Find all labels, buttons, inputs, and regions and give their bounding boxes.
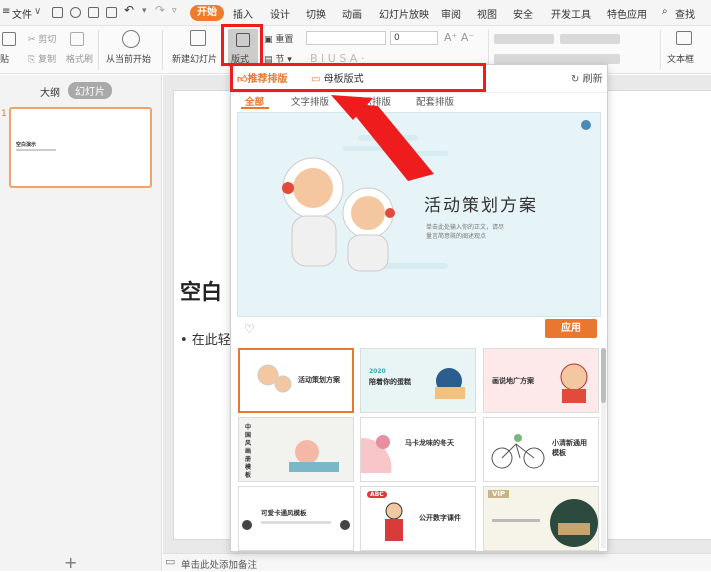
annotation-arrow	[331, 95, 434, 181]
